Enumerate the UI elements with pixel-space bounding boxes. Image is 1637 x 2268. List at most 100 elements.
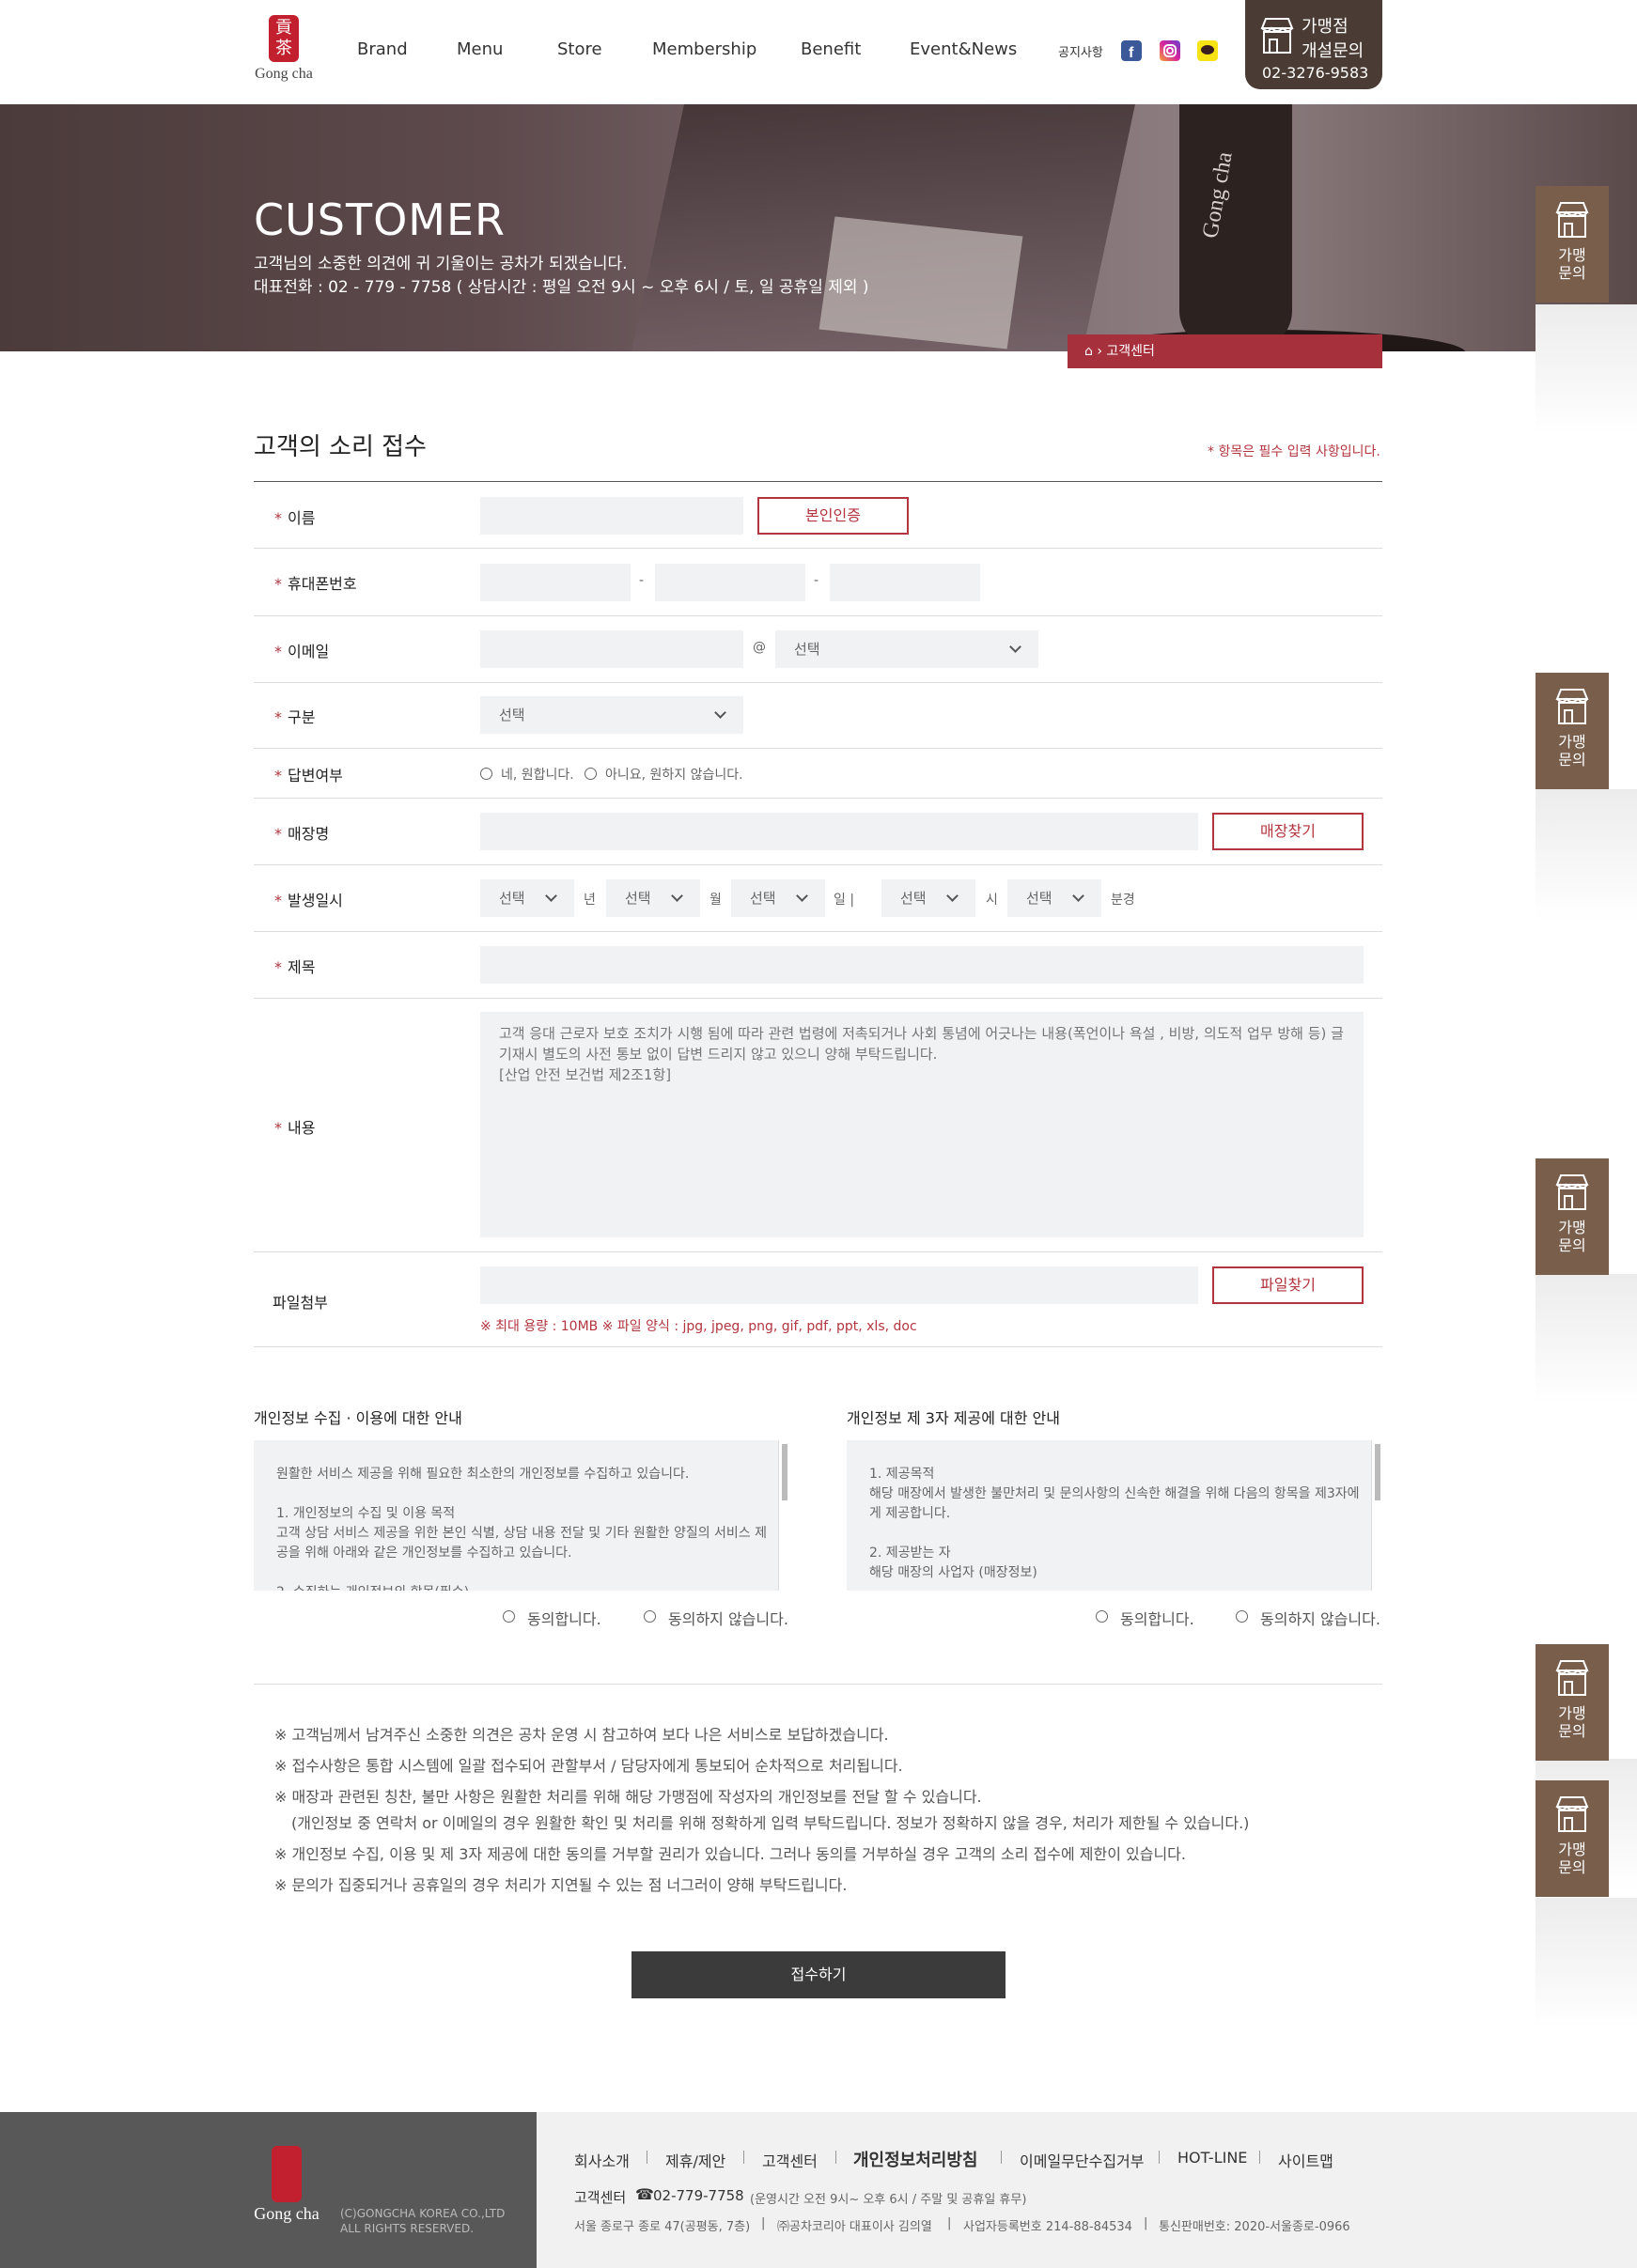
- phone-separator: -: [814, 573, 819, 588]
- side-shadow: [1536, 304, 1637, 436]
- footer-link-partnership[interactable]: 제휴/제안: [665, 2149, 725, 2171]
- side-banner-label: 문의: [1558, 751, 1586, 769]
- footer-sep: [1001, 2151, 1002, 2164]
- breadcrumb-current[interactable]: 고객센터: [1106, 344, 1155, 359]
- thirdparty-agree-radio[interactable]: [1096, 1610, 1108, 1623]
- note-item: ※ 고객님께서 남겨주신 소중한 의견은 공차 운영 시 참고하여 보다 나은 …: [274, 1726, 889, 1744]
- franchise-phone: 02-3276-9583: [1262, 64, 1369, 82]
- side-banner-label: 가맹: [1558, 1841, 1586, 1858]
- nav-store[interactable]: Store: [557, 39, 602, 59]
- chevron-down-icon: [545, 890, 557, 902]
- nav-membership[interactable]: Membership: [652, 39, 756, 59]
- footer-cs-phone: 02-779-7758: [653, 2187, 744, 2204]
- nav-brand[interactable]: Brand: [357, 39, 408, 59]
- label-file: 파일첨부: [273, 1294, 328, 1312]
- day-select[interactable]: 선택: [731, 879, 825, 917]
- side-shadow: [1536, 1898, 1637, 2029]
- submit-button[interactable]: 접수하기: [631, 1951, 1006, 1998]
- home-icon[interactable]: ⌂: [1084, 344, 1093, 359]
- footer-link-email-refusal[interactable]: 이메일무단수집거부: [1020, 2149, 1144, 2171]
- day-unit: 일 |: [834, 893, 855, 908]
- side-franchise-banner[interactable]: 가맹 문의: [1536, 673, 1609, 789]
- notice-link[interactable]: 공지사항: [1058, 42, 1103, 60]
- note-item: ※ 문의가 집중되거나 공휴일의 경우 처리가 지연될 수 있는 점 너그러이 …: [274, 1876, 848, 1894]
- footer-link-hotline[interactable]: HOT-LINE: [1177, 2149, 1247, 2167]
- year-select[interactable]: 선택: [480, 879, 574, 917]
- facebook-icon[interactable]: f: [1121, 40, 1142, 61]
- minute-select[interactable]: 선택: [1007, 879, 1101, 917]
- shop-icon: [1555, 1660, 1589, 1696]
- side-franchise-banner[interactable]: 가맹 문의: [1536, 1644, 1609, 1761]
- side-banner-label: 문의: [1558, 1858, 1586, 1876]
- row-divider: [254, 615, 1382, 616]
- name-input[interactable]: [480, 497, 743, 535]
- kakaotalk-icon[interactable]: [1197, 40, 1218, 61]
- collect-agree-radio[interactable]: [503, 1610, 515, 1623]
- side-franchise-banner[interactable]: 가맹 문의: [1536, 186, 1609, 303]
- category-select[interactable]: 선택: [480, 696, 743, 734]
- month-select[interactable]: 선택: [606, 879, 700, 917]
- phone-input-1[interactable]: [480, 564, 631, 601]
- note-item: ※ 매장과 관련된 칭찬, 불만 사항은 원활한 처리를 위해 해당 가맹점에 …: [274, 1788, 982, 1806]
- label-subject: * 제목: [274, 958, 316, 976]
- privacy-collect-title: 개인정보 수집 · 이용에 대한 안내: [254, 1409, 462, 1427]
- year-unit: 년: [584, 893, 596, 908]
- collect-disagree-radio[interactable]: [644, 1610, 656, 1623]
- phone-input-3[interactable]: [830, 564, 980, 601]
- hour-select[interactable]: 선택: [881, 879, 975, 917]
- breadcrumb: ⌂ › 고객센터: [1068, 334, 1382, 368]
- footer-link-privacy[interactable]: 개인정보처리방침: [853, 2147, 977, 2171]
- label-name: * 이름: [274, 509, 316, 527]
- label-store: * 매장명: [274, 825, 330, 843]
- row-divider: [254, 682, 1382, 683]
- nav-benefit[interactable]: Benefit: [801, 39, 861, 59]
- label-category: * 구분: [274, 708, 316, 726]
- footer-link-about[interactable]: 회사소개: [574, 2149, 630, 2171]
- email-domain-select[interactable]: 선택: [775, 630, 1038, 668]
- shop-icon: [1555, 1174, 1589, 1210]
- side-franchise-banner[interactable]: 가맹 문의: [1536, 1158, 1609, 1275]
- content-textarea[interactable]: [480, 1012, 1364, 1237]
- nav-event-news[interactable]: Event&News: [910, 39, 1017, 59]
- privacy-thirdparty-scrollbar[interactable]: [1371, 1440, 1382, 1591]
- subject-input[interactable]: [480, 946, 1364, 984]
- footer-sep: [743, 2151, 744, 2164]
- footer-biz-no: 사업자등록번호 214-88-84534: [963, 2220, 1132, 2234]
- side-franchise-banner[interactable]: 가맹 문의: [1536, 1780, 1609, 1897]
- side-banner-label: 가맹: [1558, 246, 1586, 264]
- footer-sep: [1259, 2151, 1260, 2164]
- row-divider: [254, 798, 1382, 799]
- footer-link-cs[interactable]: 고객센터: [762, 2149, 818, 2171]
- privacy-collect-text[interactable]: 원활한 서비스 제공을 위해 필요한 최소한의 개인정보를 수집하고 있습니다.…: [254, 1440, 789, 1591]
- form-title: 고객의 소리 접수: [254, 433, 427, 461]
- reply-yes-radio[interactable]: [480, 768, 492, 780]
- franchise-inquiry-banner[interactable]: 가맹점 개설문의 02-3276-9583: [1245, 0, 1382, 89]
- hero-cup-shape: [1179, 104, 1292, 349]
- phone-input-2[interactable]: [655, 564, 805, 601]
- side-banner-label: 문의: [1558, 1236, 1586, 1254]
- email-id-input[interactable]: [480, 630, 743, 668]
- privacy-thirdparty-text[interactable]: 1. 제공목적 해당 매장에서 발생한 불만처리 및 문의사항의 신속한 해결을…: [847, 1440, 1382, 1591]
- footer-link-sitemap[interactable]: 사이트맵: [1278, 2149, 1333, 2171]
- store-search-button[interactable]: 매장찾기: [1212, 813, 1364, 850]
- side-banner-label: 가맹: [1558, 1219, 1586, 1236]
- nav-menu[interactable]: Menu: [457, 39, 503, 59]
- file-search-button[interactable]: 파일찾기: [1212, 1266, 1364, 1304]
- hour-unit: 시: [986, 893, 998, 908]
- footer-logo[interactable]: Gong cha: [254, 2146, 320, 2224]
- form-top-border: [254, 481, 1382, 482]
- note-item: ※ 개인정보 수집, 이용 및 제 3자 제공에 대한 동의를 거부할 권리가 …: [274, 1845, 1186, 1863]
- instagram-icon[interactable]: [1160, 40, 1180, 61]
- form-bottom-border: [254, 1346, 1382, 1347]
- store-input[interactable]: [480, 813, 1198, 850]
- brand-logo[interactable]: 貢茶 Gong cha: [254, 15, 314, 90]
- hero-desc: 고객님의 소중한 의견에 귀 기울이는 공차가 되겠습니다.: [254, 255, 628, 273]
- file-input[interactable]: [480, 1266, 1198, 1304]
- franchise-label: 가맹점 개설문의: [1302, 17, 1364, 61]
- verify-button[interactable]: 본인인증: [757, 497, 909, 535]
- reply-no-radio[interactable]: [585, 768, 597, 780]
- thirdparty-disagree-radio[interactable]: [1236, 1610, 1248, 1623]
- reply-no-label: 아니요, 원하지 않습니다.: [605, 768, 743, 783]
- label-reply: * 답변여부: [274, 767, 343, 784]
- privacy-collect-scrollbar[interactable]: [778, 1440, 789, 1591]
